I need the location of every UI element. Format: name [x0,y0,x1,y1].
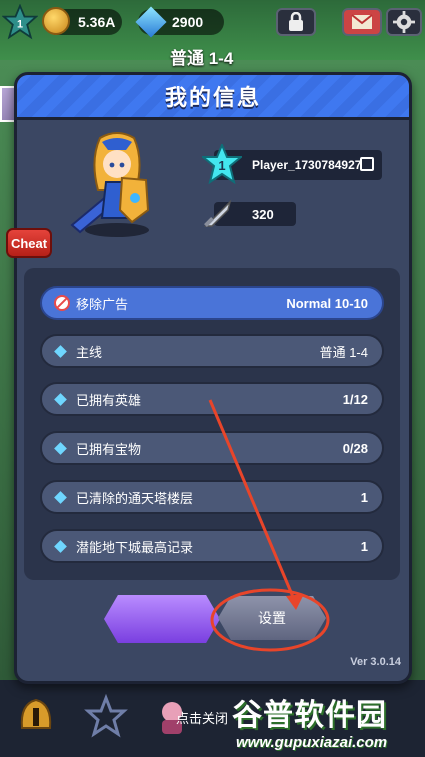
watermark-url: www.gupuxiazai.com [236,734,388,751]
helmet-icon[interactable] [14,694,58,738]
star-emblem-icon[interactable] [84,694,128,738]
tap-to-close-hint[interactable]: 点击关闭 [176,708,228,727]
annotation-overlay [208,399,330,652]
version-label: Ver 3.0.14 [350,656,401,668]
watermark-title: 谷普软件园 [232,699,387,732]
watermark: 谷普软件园 www.gupuxiazai.com [232,690,422,754]
